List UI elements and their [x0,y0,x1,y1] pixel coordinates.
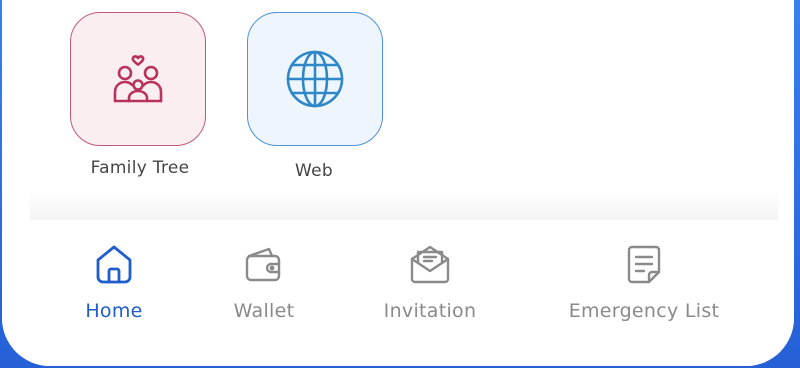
web-label: Web [295,161,333,181]
mail-open-icon [408,242,452,286]
web-app-tile[interactable] [247,12,383,146]
nav-item-wallet[interactable]: Wallet [228,242,300,322]
globe-icon [286,50,344,108]
nav-label-home: Home [85,300,143,322]
nav-item-emergency-list[interactable]: Emergency List [562,242,726,322]
wallet-icon [242,242,286,286]
nav-item-home[interactable]: Home [82,242,146,322]
app-screen: Family Tree Web Home Wallet Invitation E… [2,0,794,366]
device-frame: Family Tree Web Home Wallet Invitation E… [0,0,800,368]
family-heart-icon [113,55,163,103]
home-icon [92,242,136,286]
nav-label-emergency-list: Emergency List [568,300,720,322]
nav-label-invitation: Invitation [383,300,477,322]
nav-item-invitation[interactable]: Invitation [378,242,482,322]
content-divider [30,190,778,220]
family-tree-app-tile[interactable] [70,12,206,146]
nav-label-wallet: Wallet [233,300,295,322]
document-list-icon [622,242,666,286]
family-tree-label: Family Tree [90,158,190,178]
bottom-navigation-bar: Home Wallet Invitation Emergency List [2,220,794,366]
